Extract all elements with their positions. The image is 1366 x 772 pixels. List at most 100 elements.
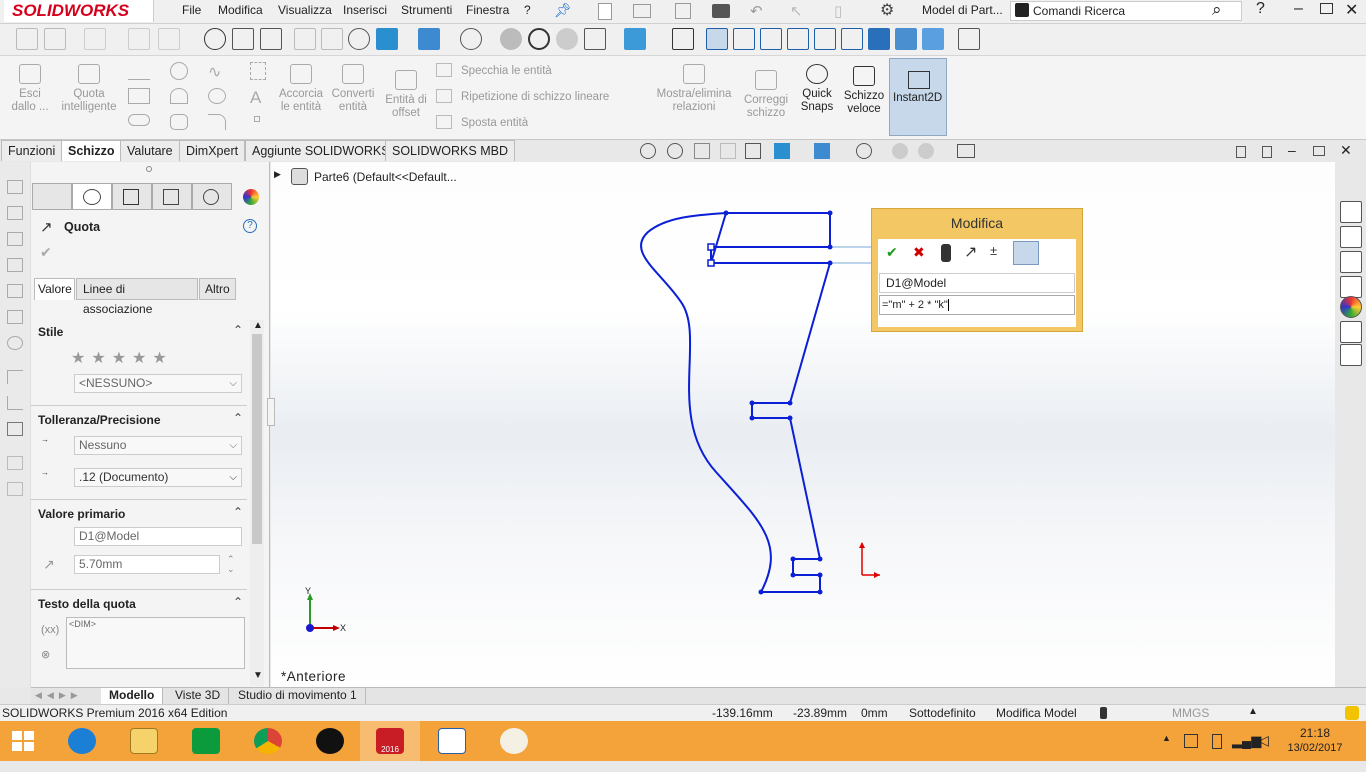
save-icon[interactable]	[675, 3, 691, 19]
tolerance-type-dropdown[interactable]: Nessuno ⌵	[74, 436, 242, 455]
toolbar-icon-1[interactable]	[16, 28, 38, 50]
view-orientation-icon[interactable]	[376, 28, 398, 50]
view-settings-icon[interactable]	[584, 28, 606, 50]
smart-dimension-toggle-icon[interactable]	[1013, 241, 1039, 265]
clock-time[interactable]: 21:18	[1290, 726, 1340, 740]
dimension-text-area[interactable]: <DIM>	[66, 617, 245, 669]
mark-dimension-icon[interactable]: ±	[990, 243, 997, 258]
rotate-icon[interactable]	[528, 28, 550, 50]
text-icon[interactable]: A	[250, 88, 261, 108]
menu-modifica[interactable]: Modifica	[218, 3, 263, 17]
tab-scroll-arrows[interactable]: ◀◀▶▶	[35, 690, 83, 701]
tab-dimxpert[interactable]: DimXpert	[179, 140, 246, 161]
section-collapse-icon[interactable]: ⌃	[233, 411, 243, 425]
tooltip-bubble-icon[interactable]	[1345, 706, 1359, 720]
strip-icon-4[interactable]	[7, 258, 23, 272]
style-icons[interactable]: ★★★★★	[71, 348, 173, 368]
rapid-sketch-button[interactable]: Schizzo veloce	[840, 66, 888, 116]
front-view-icon[interactable]	[706, 28, 728, 50]
forum-icon[interactable]	[1340, 344, 1362, 366]
toolbar-icon-3[interactable]	[128, 28, 150, 50]
plane-icon[interactable]	[250, 62, 266, 80]
display-relations-button[interactable]: Mostra/elimina relazioni	[652, 64, 736, 114]
ellipse-icon[interactable]	[208, 88, 226, 104]
normal-to-icon[interactable]	[672, 28, 694, 50]
quick-snaps-button[interactable]: Quick Snaps	[798, 64, 836, 114]
dimension-name-field[interactable]: D1@Model	[74, 527, 242, 546]
zoom-to-fit-icon[interactable]	[640, 143, 656, 159]
network-error-icon[interactable]	[1184, 734, 1198, 748]
slot-icon[interactable]	[128, 114, 150, 126]
smart-dimension-button[interactable]: Quota intelligente	[58, 64, 120, 114]
hide-items-icon[interactable]	[856, 143, 872, 159]
apply-scene-icon[interactable]	[918, 143, 934, 159]
strip-icon-8[interactable]	[7, 370, 23, 384]
appearance-icon[interactable]	[500, 28, 522, 50]
command-search-field[interactable]: Comandi Ricerca	[1010, 1, 1242, 21]
rebuild-icon[interactable]: ▯	[834, 2, 842, 20]
taskbar-paint[interactable]	[484, 721, 544, 761]
menu-file[interactable]: File	[182, 3, 201, 17]
dimension-value-field[interactable]: 5.70mm	[74, 555, 220, 574]
help-icon[interactable]: ?	[243, 219, 257, 233]
subtab-altro[interactable]: Altro	[199, 278, 236, 300]
doc-minimize-icon[interactable]: –	[1288, 142, 1296, 158]
line-icon[interactable]	[128, 62, 150, 80]
open-folder-icon[interactable]	[633, 4, 651, 18]
custom-properties-icon[interactable]	[1340, 321, 1362, 343]
bottom-view-icon[interactable]	[841, 28, 863, 50]
zoom-fit-icon[interactable]	[204, 28, 226, 50]
taskbar-internet-explorer[interactable]	[52, 721, 112, 761]
section-collapse-icon[interactable]: ⌃	[233, 505, 243, 519]
dim-text-icon-1[interactable]: (xx)	[41, 624, 59, 636]
tab-solidworks-mbd[interactable]: SOLIDWORKS MBD	[385, 140, 515, 161]
scene-icon[interactable]	[556, 28, 578, 50]
top-view-icon[interactable]	[814, 28, 836, 50]
linear-pattern-button[interactable]: Ripetizione di schizzo lineare	[461, 91, 609, 103]
print-icon[interactable]	[712, 4, 730, 18]
hide-show-icon[interactable]	[460, 28, 482, 50]
select-arrow-icon[interactable]: ↖	[790, 2, 803, 20]
toolbar-icon-6[interactable]	[321, 28, 343, 50]
toolbar-icon-4[interactable]	[158, 28, 180, 50]
edit-appearance-icon[interactable]	[892, 143, 908, 159]
instant2d-button[interactable]: Instant2D	[889, 58, 947, 136]
doc-restore-icon[interactable]	[1313, 146, 1325, 156]
previous-view-icon[interactable]	[694, 143, 710, 159]
menu-visualizza[interactable]: Visualizza	[278, 3, 332, 17]
mirror-entities-button[interactable]: Specchia le entità	[461, 65, 552, 77]
subtab-linee-associazione[interactable]: Linee di associazione	[76, 278, 198, 316]
minimize-icon[interactable]: –	[1294, 0, 1303, 18]
equation-input[interactable]: ="m" + 2 * "k"​	[879, 295, 1075, 315]
tile-left-icon[interactable]	[1236, 146, 1246, 158]
zoom-area-icon[interactable]	[667, 143, 683, 159]
menu-finestra[interactable]: Finestra	[466, 3, 509, 17]
tab-modello[interactable]: Modello	[101, 688, 164, 704]
view-palette-icon[interactable]	[1340, 276, 1362, 298]
section-view-icon[interactable]	[348, 28, 370, 50]
panel-scrollbar[interactable]: ▲ ▼	[250, 320, 264, 686]
strip-icon-6[interactable]	[7, 310, 23, 324]
strip-icon-2[interactable]	[7, 206, 23, 220]
taskbar-file-explorer[interactable]	[114, 721, 174, 761]
spline-icon[interactable]: ∿	[208, 62, 221, 82]
tab-aggiunte-solidworks[interactable]: Aggiunte SOLIDWORKS	[245, 140, 397, 161]
display-style-icon[interactable]	[814, 143, 830, 159]
style-dropdown[interactable]: <NESSUNO> ⌵	[74, 374, 242, 393]
reset-spin-icon[interactable]: ↗	[964, 242, 977, 262]
confirm-check-icon[interactable]: ✔	[40, 244, 52, 261]
ok-check-icon[interactable]: ✔	[886, 244, 898, 261]
arc-icon[interactable]	[170, 88, 188, 104]
menu-help[interactable]: ?	[524, 3, 531, 17]
dim-text-icon-2[interactable]: ⊗	[41, 648, 50, 661]
taskbar-spotify[interactable]	[300, 721, 360, 761]
rebuild-traffic-light-icon[interactable]	[941, 244, 951, 262]
zoom-area-icon[interactable]	[232, 28, 254, 50]
doc-close-icon[interactable]: ✕	[1340, 142, 1352, 159]
graphics-area[interactable]: ▶ Parte6 (Default<<Default... Y X *Anter…	[267, 162, 1335, 687]
pin-icon[interactable]: 📌︎	[554, 2, 572, 19]
close-icon[interactable]: ✕	[1345, 0, 1358, 20]
file-explorer-icon[interactable]	[1340, 251, 1362, 273]
circle-icon[interactable]	[170, 62, 188, 80]
help-icon[interactable]: ?	[1256, 0, 1265, 18]
